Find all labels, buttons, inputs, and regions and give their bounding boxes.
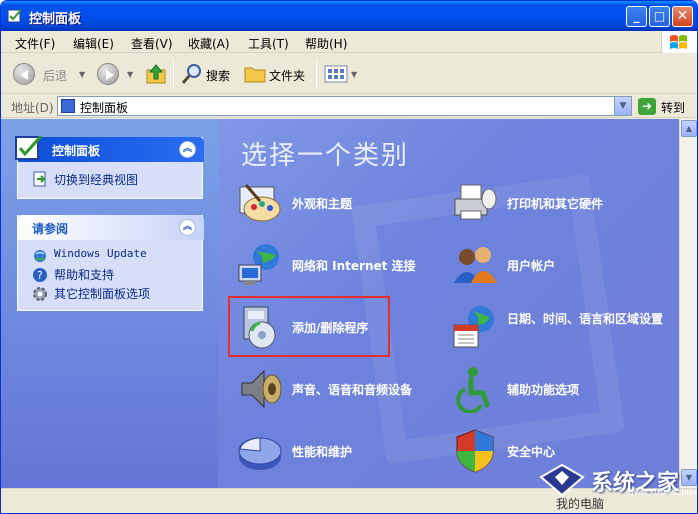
menu-file[interactable]: 文件(F) xyxy=(15,35,55,52)
collapse-chevron-icon[interactable]: ︽ xyxy=(179,141,196,158)
category-label: 打印机和其它硬件 xyxy=(507,197,604,211)
address-dropdown-icon[interactable]: ▼ xyxy=(614,97,631,115)
svg-text:?: ? xyxy=(37,269,43,282)
category-label: 辅助功能选项 xyxy=(507,383,580,397)
switch-view-icon xyxy=(33,171,46,187)
menu-tools[interactable]: 工具(T) xyxy=(248,35,289,52)
menu-bar: 文件(F) 编辑(E) 查看(V) 收藏(A) 工具(T) 帮助(H) xyxy=(1,31,697,53)
control-panel-large-icon xyxy=(15,135,43,160)
category-label: 性能和维护 xyxy=(292,445,353,459)
category-sounds-speech-audio[interactable]: 声音、语音和音频设备 xyxy=(236,365,451,415)
toolbar-separator xyxy=(316,60,317,88)
users-icon xyxy=(454,247,497,283)
close-button[interactable]: ✕ xyxy=(672,6,693,27)
network-globe-icon xyxy=(238,244,279,285)
see-also-title: 请参阅 xyxy=(32,222,69,236)
menu-help[interactable]: 帮助(H) xyxy=(305,35,347,52)
up-folder-icon[interactable] xyxy=(144,62,168,86)
category-label: 声音、语音和音频设备 xyxy=(292,383,413,397)
site-url-text: WWW.XITONGZHIJIA.NET xyxy=(627,489,698,497)
site-watermark: 系统之家 WWW.XITONGZHIJIA.NET xyxy=(531,461,697,497)
calendar-globe-icon xyxy=(453,306,494,348)
windows-update-icon xyxy=(34,250,46,262)
accessibility-icon xyxy=(456,367,490,413)
views-dropdown-icon[interactable]: ▼ xyxy=(351,70,357,79)
category-label: 安全中心 xyxy=(507,445,556,459)
toolbar: 后退 ▼ ▼ 搜索 文件夹 ▼ xyxy=(1,54,697,94)
search-button-label[interactable]: 搜索 xyxy=(206,67,230,84)
status-location: 我的电脑 xyxy=(556,497,605,511)
address-value: 控制面板 xyxy=(80,101,129,115)
folders-button-label[interactable]: 文件夹 xyxy=(269,67,305,84)
back-button-label[interactable]: 后退 xyxy=(43,67,67,84)
toolbar-separator xyxy=(173,60,174,88)
switch-to-classic-view-link[interactable]: 切换到经典视图 xyxy=(54,171,138,188)
vertical-scrollbar[interactable]: ▲ ▼ xyxy=(679,119,697,488)
control-panel-section-title: 控制面板 xyxy=(52,144,101,158)
control-panel-section: 控制面板 ︽ 切换到经典视图 xyxy=(15,135,204,199)
pie-chart-icon xyxy=(238,437,282,470)
category-label: 日期、时间、语言和区域设置 xyxy=(507,312,664,326)
category-date-time-language[interactable]: 日期、时间、语言和区域设置 xyxy=(451,303,663,353)
menu-edit[interactable]: 编辑(E) xyxy=(73,35,114,52)
windows-update-link[interactable]: Windows Update xyxy=(54,247,147,260)
category-user-accounts[interactable]: 用户帐户 xyxy=(451,241,661,291)
see-also-header[interactable]: 请参阅 ︽ xyxy=(18,215,204,240)
menu-favorites[interactable]: 收藏(A) xyxy=(188,35,230,52)
address-input[interactable]: 控制面板 ▼ xyxy=(57,96,632,116)
category-label: 外观和主题 xyxy=(292,197,353,211)
back-dropdown-icon[interactable]: ▼ xyxy=(79,70,85,79)
control-panel-section-header[interactable]: 控制面板 ︽ xyxy=(15,135,204,162)
see-also-section: 请参阅 ︽ Windows Update ? 帮助和支持 其它控制面板选项 xyxy=(17,215,204,311)
collapse-chevron-icon[interactable]: ︽ xyxy=(179,219,196,236)
category-label: 网络和 Internet 连接 xyxy=(292,259,416,273)
scroll-up-icon[interactable]: ▲ xyxy=(681,120,697,137)
other-control-panel-options-link[interactable]: 其它控制面板选项 xyxy=(54,285,150,302)
pick-category-heading: 选择一个类别 xyxy=(241,141,410,171)
window-title: 控制面板 xyxy=(29,12,82,27)
category-pane: 选择一个类别 外观和主题 打印机和其它硬件 网络和 Internet 连接 用户… xyxy=(218,119,679,488)
go-button-label[interactable]: 转到 xyxy=(661,99,685,116)
help-icon: ? xyxy=(33,268,47,282)
category-printers-hardware[interactable]: 打印机和其它硬件 xyxy=(451,179,661,229)
views-icon[interactable] xyxy=(324,64,348,84)
gear-icon xyxy=(33,287,47,301)
category-accessibility-options[interactable]: 辅助功能选项 xyxy=(451,365,661,415)
red-highlight-box xyxy=(228,296,390,357)
address-bar: 地址(D) 控制面板 ▼ ➜ 转到 xyxy=(1,95,697,118)
minimize-button[interactable]: _ xyxy=(626,6,647,27)
go-arrow-icon[interactable]: ➜ xyxy=(638,98,656,115)
title-bar[interactable]: 控制面板 _ □ ✕ xyxy=(1,1,697,31)
palette-icon xyxy=(239,184,281,222)
maximize-button[interactable]: □ xyxy=(649,6,670,27)
printer-icon xyxy=(454,184,497,220)
site-logo-icon xyxy=(539,463,585,497)
folders-icon[interactable] xyxy=(244,64,266,84)
task-pane: 控制面板 ︽ 切换到经典视图 请参阅 ︽ Windows Update ? 帮助… xyxy=(1,119,218,488)
speaker-icon xyxy=(241,369,282,409)
forward-dropdown-icon[interactable]: ▼ xyxy=(127,70,133,79)
security-shield-icon xyxy=(456,429,494,473)
control-panel-window: 控制面板 _ □ ✕ 文件(F) 编辑(E) 查看(V) 收藏(A) 工具(T)… xyxy=(0,0,698,514)
control-panel-icon xyxy=(7,9,22,23)
windows-logo-icon xyxy=(661,31,697,53)
category-appearance-themes[interactable]: 外观和主题 xyxy=(236,179,436,229)
help-and-support-link[interactable]: 帮助和支持 xyxy=(54,266,114,283)
back-arrow-icon[interactable] xyxy=(13,63,35,85)
menu-view[interactable]: 查看(V) xyxy=(131,35,173,52)
category-performance-maintenance[interactable]: 性能和维护 xyxy=(236,427,436,477)
control-panel-small-icon xyxy=(61,99,75,113)
forward-arrow-icon[interactable] xyxy=(97,63,119,85)
category-label: 用户帐户 xyxy=(507,259,556,273)
category-network-internet[interactable]: 网络和 Internet 连接 xyxy=(236,241,451,291)
search-icon[interactable] xyxy=(181,63,203,85)
address-label: 地址(D) xyxy=(11,101,54,115)
